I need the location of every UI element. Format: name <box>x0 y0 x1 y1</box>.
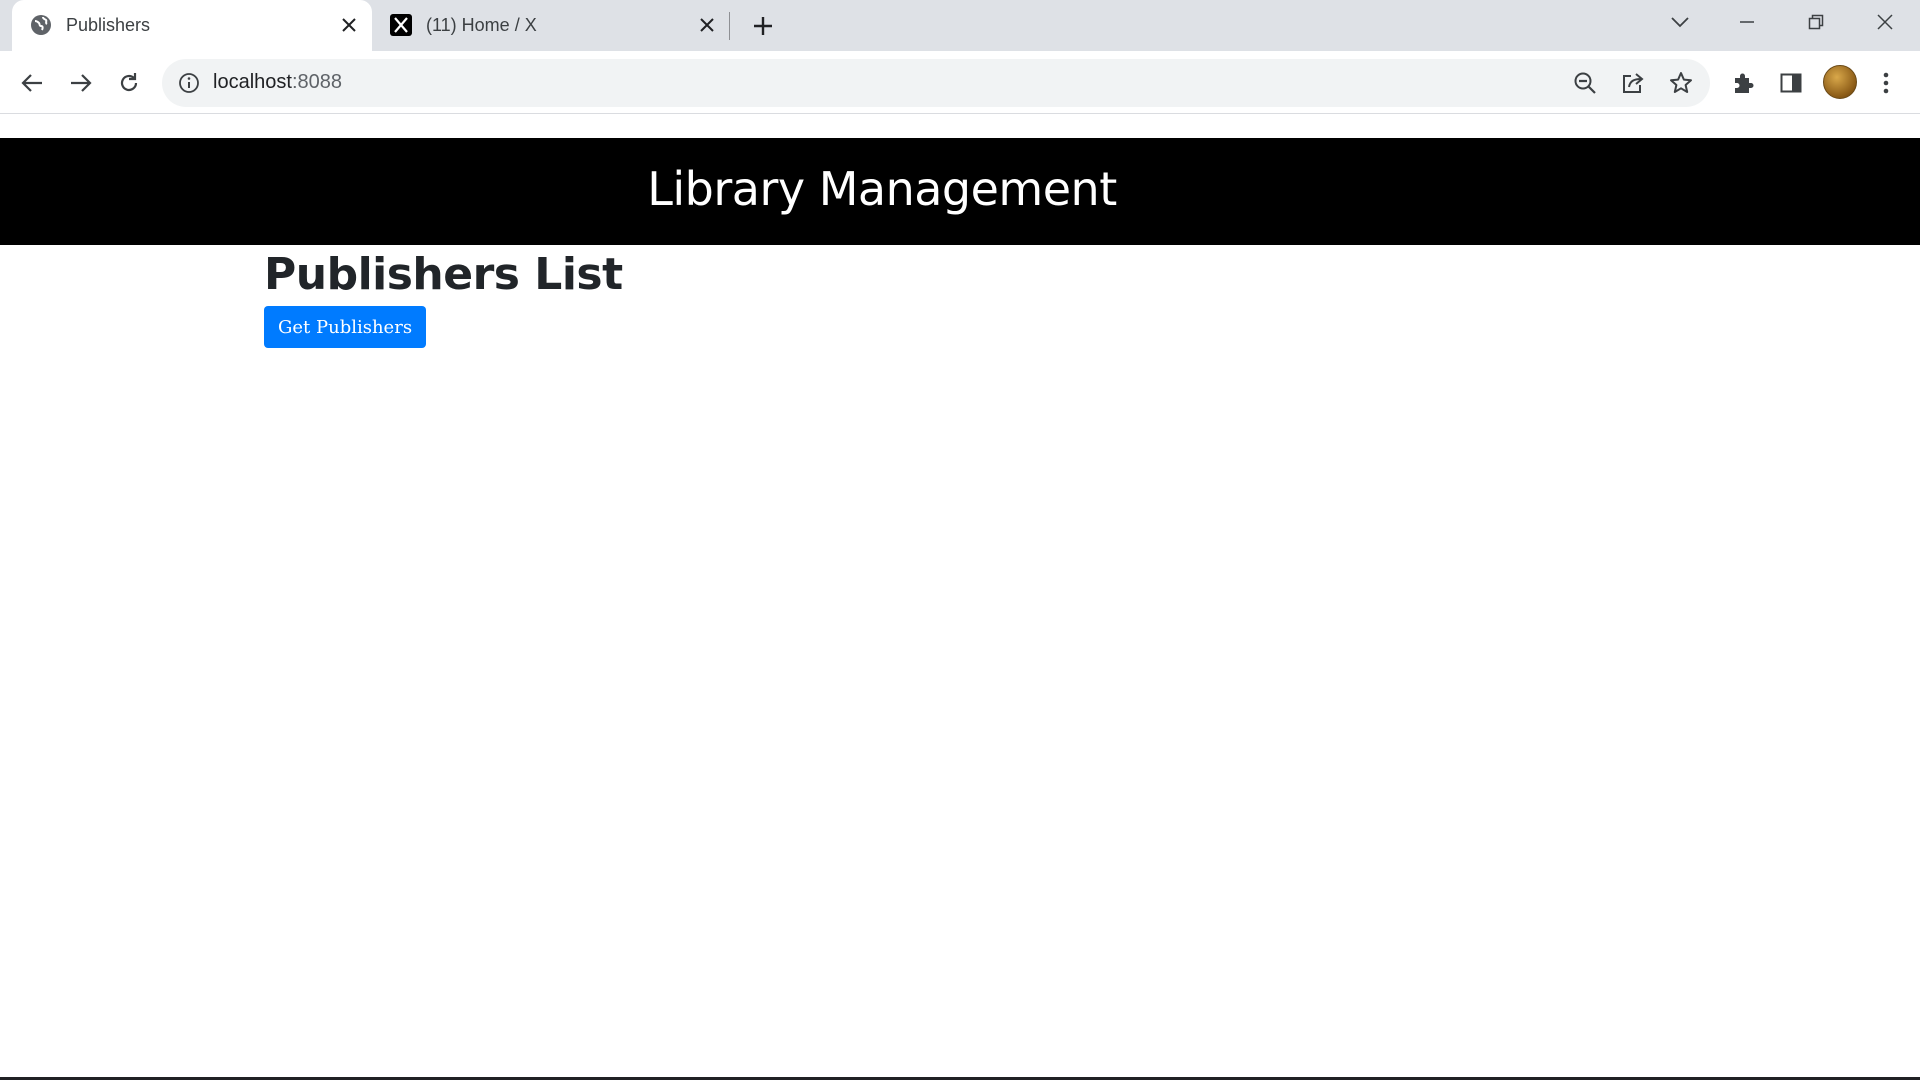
tab-separator <box>729 12 730 40</box>
bookmark-star-icon[interactable] <box>1668 70 1694 96</box>
zoom-out-icon[interactable] <box>1572 70 1598 96</box>
page-viewport: Library Management Publishers List Get P… <box>0 115 1920 1078</box>
side-panel-icon[interactable] <box>1773 65 1809 101</box>
restore-button[interactable] <box>1796 8 1836 36</box>
info-icon[interactable] <box>178 72 200 94</box>
back-button[interactable] <box>14 65 50 101</box>
profile-avatar[interactable] <box>1823 65 1857 99</box>
close-icon[interactable] <box>696 14 718 36</box>
share-icon[interactable] <box>1620 70 1646 96</box>
extensions-puzzle-icon[interactable] <box>1725 65 1761 101</box>
kebab-menu-icon[interactable] <box>1868 65 1904 101</box>
window-close-button[interactable] <box>1865 8 1905 36</box>
forward-button[interactable] <box>63 65 99 101</box>
tab-title: (11) Home / X <box>426 15 537 35</box>
tab-x-home[interactable]: (11) Home / X <box>372 0 730 51</box>
url-port: :8088 <box>291 71 342 93</box>
new-tab-button[interactable] <box>748 12 778 40</box>
minimize-button[interactable] <box>1727 8 1767 36</box>
tab-title: Publishers <box>66 15 151 35</box>
page-title: Publishers List <box>264 249 623 300</box>
publishers-section: Publishers List Get Publishers <box>264 249 623 348</box>
app-header: Library Management <box>0 138 1920 245</box>
close-icon[interactable] <box>338 14 360 36</box>
tab-search-button[interactable] <box>1660 8 1700 36</box>
get-publishers-button[interactable]: Get Publishers <box>264 306 427 348</box>
reload-button[interactable] <box>111 65 147 101</box>
address-bar[interactable]: localhost:8088 <box>162 59 1710 107</box>
browser-toolbar: localhost:8088 <box>0 51 1920 114</box>
x-logo-icon <box>390 14 412 36</box>
globe-icon <box>30 14 52 36</box>
tab-publishers[interactable]: Publishers <box>12 0 372 51</box>
tab-strip: Publishers (11) Home / X <box>0 0 1920 51</box>
url-host: localhost <box>213 71 292 93</box>
app-title: Library Management <box>647 162 1117 216</box>
url-text: localhost:8088 <box>213 71 342 94</box>
